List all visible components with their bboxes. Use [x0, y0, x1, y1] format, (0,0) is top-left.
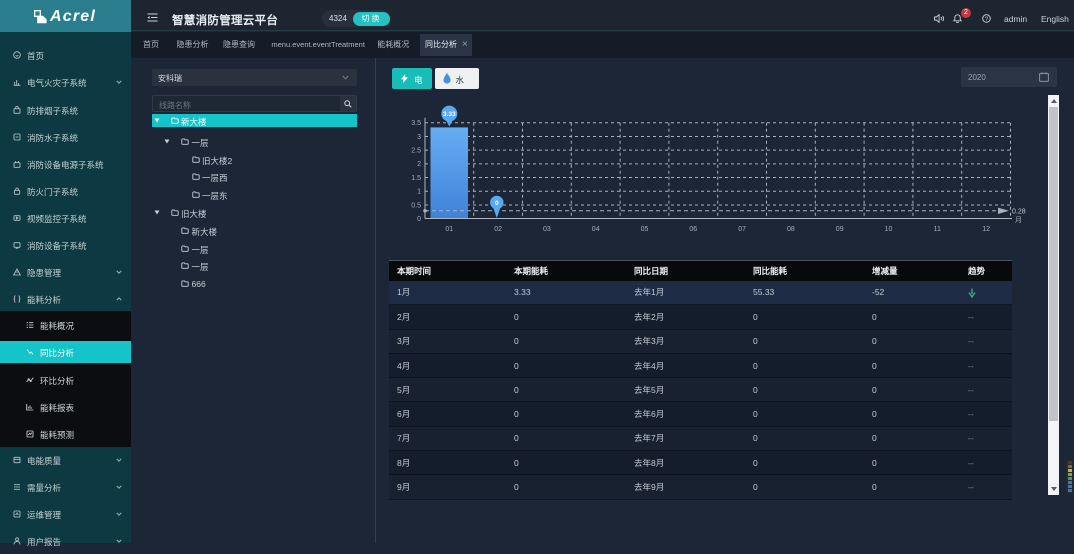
- svg-text:02: 02: [494, 226, 502, 233]
- svg-text:3: 3: [417, 134, 421, 141]
- svg-text:03: 03: [543, 226, 551, 233]
- svg-text:11: 11: [934, 226, 941, 233]
- svg-text:月: 月: [1015, 216, 1022, 224]
- svg-text:09: 09: [836, 226, 844, 233]
- svg-text:1.5: 1.5: [411, 175, 421, 182]
- svg-text:0.5: 0.5: [411, 202, 421, 209]
- svg-text:04: 04: [592, 226, 600, 233]
- svg-text:3.5: 3.5: [411, 120, 421, 127]
- svg-text:2.5: 2.5: [411, 148, 421, 155]
- svg-text:0.28: 0.28: [1012, 209, 1026, 216]
- svg-text:0: 0: [495, 200, 499, 207]
- svg-text:08: 08: [787, 226, 795, 233]
- svg-text:0: 0: [417, 216, 421, 223]
- svg-text:01: 01: [445, 226, 453, 233]
- svg-text:1: 1: [417, 189, 421, 196]
- svg-text:06: 06: [689, 226, 697, 233]
- svg-text:2: 2: [417, 161, 421, 168]
- svg-text:07: 07: [738, 226, 746, 233]
- svg-text:05: 05: [641, 226, 649, 233]
- svg-text:10: 10: [885, 226, 893, 233]
- svg-text:12: 12: [982, 226, 990, 233]
- svg-text:3.33: 3.33: [443, 111, 456, 118]
